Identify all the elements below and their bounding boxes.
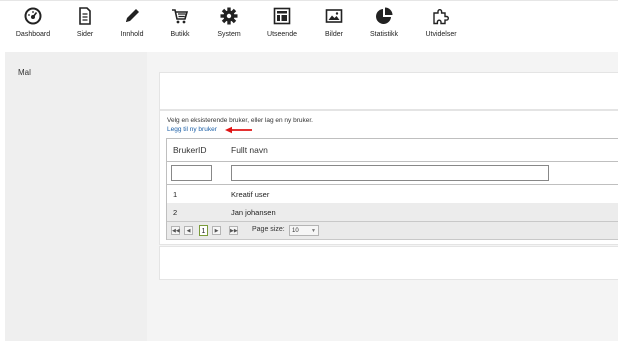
layout-icon xyxy=(264,7,300,29)
cell-fullt-navn: Kreatif user xyxy=(231,190,270,199)
nav-dashboard[interactable]: Dashboard xyxy=(12,7,54,47)
pager: ◀◀ ◀ 1 ▶ ▶▶ Page size: 10 ▼ xyxy=(167,221,618,240)
table-row[interactable]: 1 Kreatif user xyxy=(167,185,618,203)
nav-label: Sider xyxy=(76,31,94,38)
nav-innhold[interactable]: Innhold xyxy=(116,7,148,47)
nav-utvidelser[interactable]: Utvidelser xyxy=(421,7,461,47)
nav-label: System xyxy=(217,31,241,38)
page-size-select[interactable]: 10 ▼ xyxy=(289,225,319,236)
table-row[interactable]: 2 Jan johansen xyxy=(167,203,618,221)
first-page-button[interactable]: ◀◀ xyxy=(171,226,180,235)
chevron-down-icon: ▼ xyxy=(311,228,316,234)
nav-sider[interactable]: Sider xyxy=(70,7,100,47)
dashboard-icon xyxy=(12,7,54,29)
puzzle-icon xyxy=(421,7,461,29)
last-page-button[interactable]: ▶▶ xyxy=(229,226,238,235)
sidebar-item-mal[interactable]: Mal xyxy=(18,68,31,77)
gear-icon xyxy=(213,7,245,29)
nav-label: Utseende xyxy=(267,31,297,38)
next-page-button[interactable]: ▶ xyxy=(212,226,221,235)
nav-butikk[interactable]: Butikk xyxy=(166,7,194,47)
image-icon xyxy=(320,7,348,29)
page-size-label: Page size: xyxy=(252,226,285,233)
top-panel xyxy=(159,72,618,110)
page-number-1[interactable]: 1 xyxy=(199,225,208,236)
cell-fullt-navn: Jan johansen xyxy=(231,208,276,217)
column-header-brukerid[interactable]: BrukerID xyxy=(173,145,207,155)
nav-bilder[interactable]: Bilder xyxy=(320,7,348,47)
cell-brukerid: 1 xyxy=(173,190,178,199)
page-icon xyxy=(70,7,100,29)
main-content: Velg en eksisterende bruker, eller lag e… xyxy=(147,52,618,341)
intro-text: Velg en eksisterende bruker, eller lag e… xyxy=(167,117,313,124)
page-size-value: 10 xyxy=(292,228,299,234)
nav-utseende[interactable]: Utseende xyxy=(264,7,300,47)
filter-brukerid-input[interactable] xyxy=(171,165,212,181)
nav-label: Bilder xyxy=(325,31,343,38)
nav-label: Innhold xyxy=(120,31,144,38)
bottom-panel xyxy=(159,246,618,280)
nav-label: Statistikk xyxy=(369,31,398,38)
pencil-icon xyxy=(116,7,148,29)
nav-label: Utvidelser xyxy=(425,31,457,38)
nav-system[interactable]: System xyxy=(213,7,245,47)
nav-label: Dashboard xyxy=(15,31,51,38)
prev-page-button[interactable]: ◀ xyxy=(184,226,193,235)
red-arrow-icon xyxy=(225,126,252,134)
nav-label: Butikk xyxy=(170,31,190,38)
column-header-fullt-navn[interactable]: Fullt navn xyxy=(231,145,268,155)
nav-statistikk[interactable]: Statistikk xyxy=(366,7,402,47)
cart-icon xyxy=(166,7,194,29)
users-table: BrukerID Fullt navn 1 Kreatif user 2 Jan… xyxy=(166,138,618,240)
filter-row xyxy=(167,162,618,185)
sidebar: Mal xyxy=(5,52,147,341)
table-header: BrukerID Fullt navn xyxy=(167,139,618,162)
top-navigation: Dashboard Sider Innhold Butikk System Ut… xyxy=(0,0,618,51)
cell-brukerid: 2 xyxy=(173,208,178,217)
add-user-link[interactable]: Legg til ny bruker xyxy=(167,126,217,133)
pie-chart-icon xyxy=(366,7,402,29)
filter-fullt-navn-input[interactable] xyxy=(231,165,549,181)
user-panel: Velg en eksisterende bruker, eller lag e… xyxy=(159,110,618,245)
